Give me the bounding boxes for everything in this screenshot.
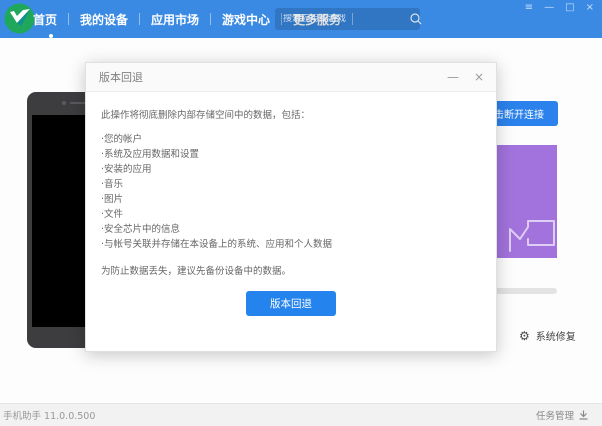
list-item: ·系统及应用数据和设置 [101,147,481,162]
system-repair-label: 系统修复 [536,328,576,343]
top-navbar: 首页 我的设备 应用市场 游戏中心 更多服务 ≡ — □ × [0,0,602,38]
gear-icon: ⚙ [519,329,530,343]
search-icon[interactable] [407,12,425,26]
dialog-controls: — × [447,71,496,83]
dialog-warning-text: 为防止数据丢失，建议先备份设备中的数据。 [101,263,481,277]
dialog-intro-text: 此操作将彻底删除内部存储空间中的数据，包括： [101,107,481,121]
system-repair-button[interactable]: ⚙ 系统修复 [519,328,576,343]
list-item: ·您的帐户 [101,132,481,147]
list-item: ·安全芯片中的信息 [101,222,481,237]
nav-item-game-center[interactable]: 游戏中心 [211,11,281,28]
dialog-minimize-icon[interactable]: — [447,71,459,83]
dialog-item-list: ·您的帐户 ·系统及应用数据和设置 ·安装的应用 ·音乐 ·图片 ·文件 ·安全… [101,132,481,252]
nav-item-home-label: 首页 [33,13,57,27]
app-version-label: 手机助手 11.0.0.500 [3,408,536,422]
nav-item-app-market[interactable]: 应用市场 [140,11,210,28]
phone-speaker-line [70,102,86,104]
list-item: ·图片 [101,192,481,207]
dialog-header: 版本回退 — × [86,63,496,92]
search-box[interactable] [275,8,420,30]
list-item: ·文件 [101,207,481,222]
window-controls: ≡ — □ × [525,2,594,14]
maximize-icon[interactable]: □ [565,2,574,14]
active-tab-dot [49,34,53,38]
dialog-title: 版本回退 [86,69,447,85]
task-manager-button[interactable]: 任务管理 [536,408,588,422]
version-rollback-dialog: 版本回退 — × 此操作将彻底删除内部存储空间中的数据，包括： ·您的帐户 ·系… [85,62,497,352]
list-item: ·与帐号关联并存储在本设备上的系统、应用和个人数据 [101,237,481,252]
phone-camera-dot [62,101,66,105]
app-logo-icon[interactable] [4,3,35,34]
minimize-icon[interactable]: — [544,2,554,14]
banner-illustration-icon [508,215,557,255]
close-icon[interactable]: × [586,2,594,14]
nav-item-my-device[interactable]: 我的设备 [69,11,139,28]
task-manager-label: 任务管理 [536,408,574,422]
search-input[interactable] [275,14,407,24]
dialog-close-icon[interactable]: × [474,71,484,83]
list-item: ·音乐 [101,177,481,192]
download-icon [579,410,588,420]
dialog-body: 此操作将彻底删除内部存储空间中的数据，包括： ·您的帐户 ·系统及应用数据和设置… [86,107,496,316]
menu-icon[interactable]: ≡ [525,2,533,14]
nav-item-home[interactable]: 首页 [33,11,68,28]
version-rollback-confirm-button[interactable]: 版本回退 [246,291,336,316]
list-item: ·安装的应用 [101,162,481,177]
status-bar: 手机助手 11.0.0.500 任务管理 [0,403,602,426]
